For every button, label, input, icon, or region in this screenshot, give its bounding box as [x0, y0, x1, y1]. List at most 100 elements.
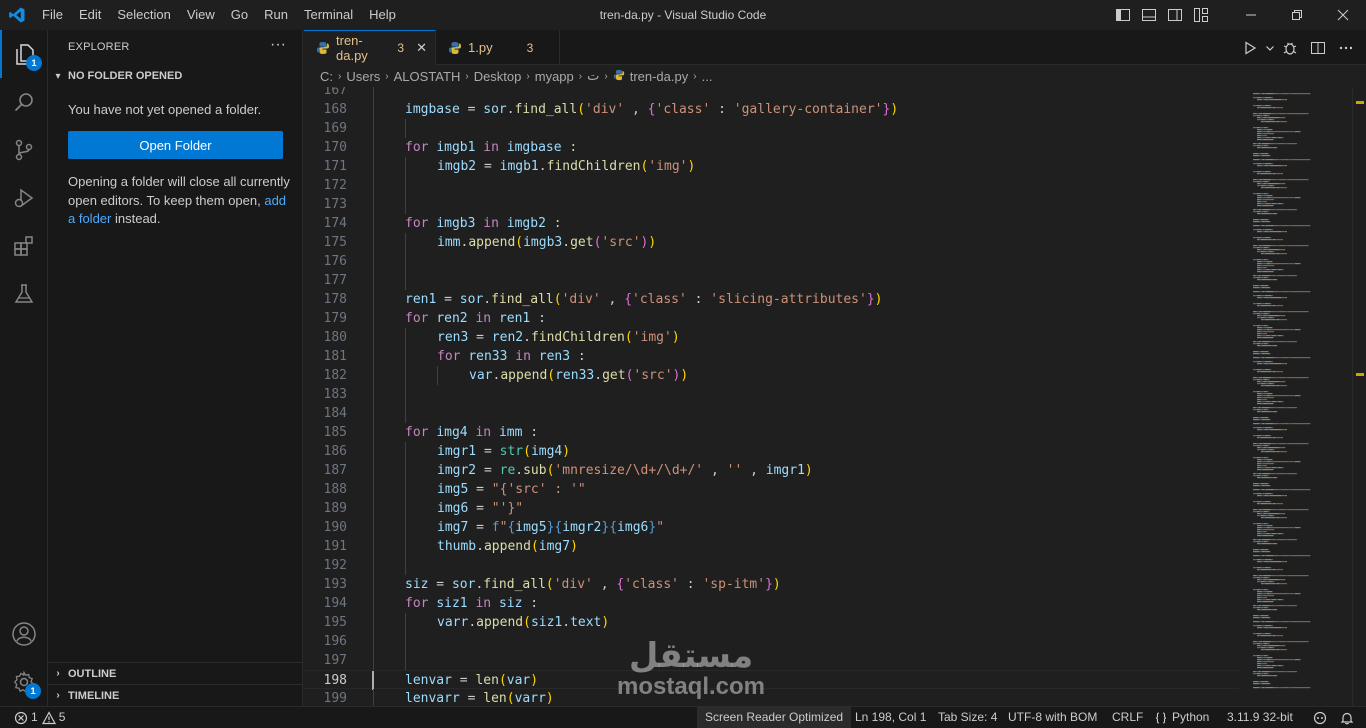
- line-number[interactable]: 182: [304, 366, 347, 385]
- menu-view[interactable]: View: [179, 0, 223, 30]
- code-text[interactable]: ren3 = ren2.findChildren('img'): [437, 328, 680, 347]
- line-number[interactable]: 189: [304, 499, 347, 518]
- menu-selection[interactable]: Selection: [109, 0, 178, 30]
- run-debug-icon[interactable]: [0, 174, 48, 222]
- line-number[interactable]: 197: [304, 651, 347, 670]
- code-line[interactable]: 188 img5 = "{'src' : '": [304, 480, 1239, 499]
- section-timeline[interactable]: › TIMELINE: [48, 684, 303, 706]
- code-line[interactable]: 197: [304, 651, 1239, 670]
- code-text[interactable]: img7 = f"{img5}{imgr2}{img6}": [437, 518, 664, 537]
- manage-gear-icon[interactable]: 1: [0, 658, 48, 706]
- code-line[interactable]: 192: [304, 556, 1239, 575]
- code-line[interactable]: 176: [304, 252, 1239, 271]
- code-line[interactable]: 178 ren1 = sor.find_all('div' , {'class' …: [304, 290, 1239, 309]
- breadcrumb-item[interactable]: Desktop: [474, 69, 522, 84]
- code-line[interactable]: 177: [304, 271, 1239, 290]
- run-python-file-icon[interactable]: [1238, 36, 1262, 60]
- code-line[interactable]: 172: [304, 176, 1239, 195]
- code-line[interactable]: 198 lenvar = len(var): [304, 670, 1239, 690]
- screen-reader-status[interactable]: Screen Reader Optimized: [697, 707, 852, 728]
- code-text[interactable]: imm.append(imgb3.get('src')): [437, 233, 656, 252]
- code-text[interactable]: ren1 = sor.find_all('div' , {'class' : '…: [405, 290, 883, 309]
- restore-button[interactable]: [1274, 0, 1320, 30]
- code-line[interactable]: 199 lenvarr = len(varr): [304, 689, 1239, 706]
- close-window-button[interactable]: [1320, 0, 1366, 30]
- line-number[interactable]: 173: [304, 195, 347, 214]
- language-mode[interactable]: Python: [1154, 707, 1209, 728]
- section-no-folder[interactable]: ▾ NO FOLDER OPENED: [48, 65, 303, 87]
- breadcrumb-symbols[interactable]: ...: [702, 69, 713, 84]
- code-text[interactable]: lenvar = len(var): [405, 671, 538, 690]
- line-number[interactable]: 183: [304, 385, 347, 404]
- code-line[interactable]: 180 ren3 = ren2.findChildren('img'): [304, 328, 1239, 347]
- code-line[interactable]: 190 img7 = f"{img5}{imgr2}{img6}": [304, 518, 1239, 537]
- code-line[interactable]: 175 imm.append(imgb3.get('src')): [304, 233, 1239, 252]
- line-number[interactable]: 172: [304, 176, 347, 195]
- section-outline[interactable]: › OUTLINE: [48, 662, 303, 684]
- open-folder-button[interactable]: Open Folder: [68, 131, 283, 159]
- menu-edit[interactable]: Edit: [71, 0, 109, 30]
- extensions-icon[interactable]: [0, 222, 48, 270]
- line-number[interactable]: 176: [304, 252, 347, 271]
- code-line[interactable]: 185 for img4 in imm :: [304, 423, 1239, 442]
- line-number[interactable]: 169: [304, 119, 347, 138]
- explorer-icon[interactable]: 1: [0, 30, 48, 78]
- code-text[interactable]: var.append(ren33.get('src')): [469, 366, 688, 385]
- code-text[interactable]: siz = sor.find_all('div' , {'class' : 's…: [405, 575, 781, 594]
- code-line[interactable]: 179 for ren2 in ren1 :: [304, 309, 1239, 328]
- code-text[interactable]: for imgb3 in imgb2 :: [405, 214, 562, 233]
- line-number[interactable]: 196: [304, 632, 347, 651]
- testing-icon[interactable]: [0, 270, 48, 318]
- copilot-icon[interactable]: [1312, 707, 1328, 728]
- code-line[interactable]: 191 thumb.append(img7): [304, 537, 1239, 556]
- search-icon[interactable]: [0, 78, 48, 126]
- code-text[interactable]: imgr1 = str(img4): [437, 442, 570, 461]
- code-text[interactable]: lenvarr = len(varr): [405, 689, 554, 706]
- more-editor-actions-icon[interactable]: [1334, 36, 1358, 60]
- breadcrumb-item[interactable]: myapp: [535, 69, 574, 84]
- code-text[interactable]: imgbase = sor.find_all('div' , {'class' …: [405, 100, 898, 119]
- code-line[interactable]: 194 for siz1 in siz :: [304, 594, 1239, 613]
- accounts-icon[interactable]: [0, 610, 48, 658]
- line-number[interactable]: 167: [304, 87, 347, 100]
- close-tab-icon[interactable]: ✕: [416, 40, 427, 56]
- code-text[interactable]: img6 = "'}": [437, 499, 523, 518]
- line-number[interactable]: 194: [304, 594, 347, 613]
- menu-file[interactable]: File: [34, 0, 71, 30]
- breadcrumb-item[interactable]: Users: [346, 69, 380, 84]
- line-number[interactable]: 188: [304, 480, 347, 499]
- line-number[interactable]: 198: [304, 671, 347, 690]
- minimap[interactable]: [1239, 87, 1352, 706]
- code-line[interactable]: 171 imgb2 = imgb1.findChildren('img'): [304, 157, 1239, 176]
- code-text[interactable]: thumb.append(img7): [437, 537, 578, 556]
- menu-terminal[interactable]: Terminal: [296, 0, 361, 30]
- code-line[interactable]: 174 for imgb3 in imgb2 :: [304, 214, 1239, 233]
- breadcrumb-item[interactable]: C:: [320, 69, 333, 84]
- line-number[interactable]: 190: [304, 518, 347, 537]
- tab-tren-da-py[interactable]: tren-da.py 3 ✕: [304, 30, 436, 65]
- code-lines[interactable]: 167 168 imgbase = sor.find_all('div' , {'c…: [304, 87, 1239, 706]
- breadcrumb-item[interactable]: ALOSTATH: [394, 69, 461, 84]
- more-actions-icon[interactable]: ···: [270, 36, 286, 54]
- code-line[interactable]: 186 imgr1 = str(img4): [304, 442, 1239, 461]
- line-number[interactable]: 185: [304, 423, 347, 442]
- line-number[interactable]: 179: [304, 309, 347, 328]
- tab-size[interactable]: Tab Size: 4: [938, 707, 997, 728]
- python-interpreter[interactable]: 3.11.9 32-bit: [1227, 707, 1293, 728]
- customize-layout-icon[interactable]: [1188, 0, 1214, 30]
- run-dropdown-chevron-icon[interactable]: [1264, 36, 1276, 60]
- file-encoding[interactable]: UTF-8 with BOM: [1008, 707, 1097, 728]
- line-number[interactable]: 174: [304, 214, 347, 233]
- line-number[interactable]: 186: [304, 442, 347, 461]
- code-line[interactable]: 184: [304, 404, 1239, 423]
- code-line[interactable]: 196: [304, 632, 1239, 651]
- minimize-button[interactable]: [1228, 0, 1274, 30]
- debug-icon[interactable]: [1278, 36, 1302, 60]
- line-number[interactable]: 192: [304, 556, 347, 575]
- line-number[interactable]: 193: [304, 575, 347, 594]
- code-line[interactable]: 195 varr.append(siz1.text): [304, 613, 1239, 632]
- code-line[interactable]: 170 for imgb1 in imgbase :: [304, 138, 1239, 157]
- breadcrumb-item[interactable]: ت: [587, 68, 599, 84]
- code-line[interactable]: 189 img6 = "'}": [304, 499, 1239, 518]
- line-number[interactable]: 171: [304, 157, 347, 176]
